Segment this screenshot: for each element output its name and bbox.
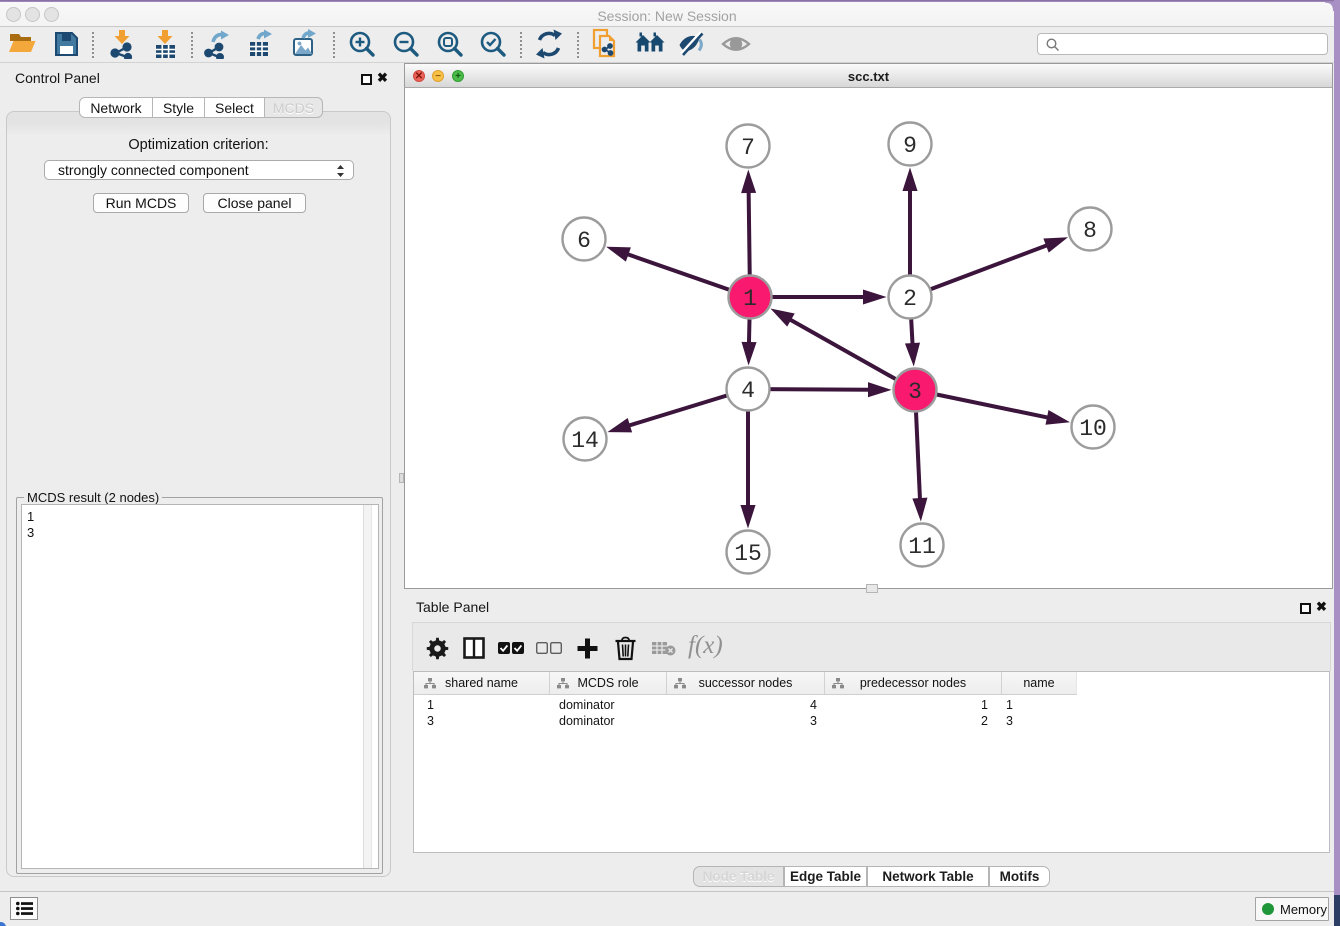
svg-text:7: 7 bbox=[741, 135, 755, 161]
svg-text:10: 10 bbox=[1079, 416, 1107, 442]
svg-text:4: 4 bbox=[741, 378, 755, 404]
svg-text:9: 9 bbox=[903, 133, 917, 159]
svg-text:14: 14 bbox=[571, 428, 599, 454]
svg-text:6: 6 bbox=[577, 228, 591, 254]
svg-text:1: 1 bbox=[743, 286, 757, 312]
svg-text:11: 11 bbox=[908, 534, 936, 560]
svg-text:3: 3 bbox=[908, 379, 922, 405]
svg-text:2: 2 bbox=[903, 286, 917, 312]
svg-text:8: 8 bbox=[1083, 218, 1097, 244]
svg-text:15: 15 bbox=[734, 541, 762, 567]
